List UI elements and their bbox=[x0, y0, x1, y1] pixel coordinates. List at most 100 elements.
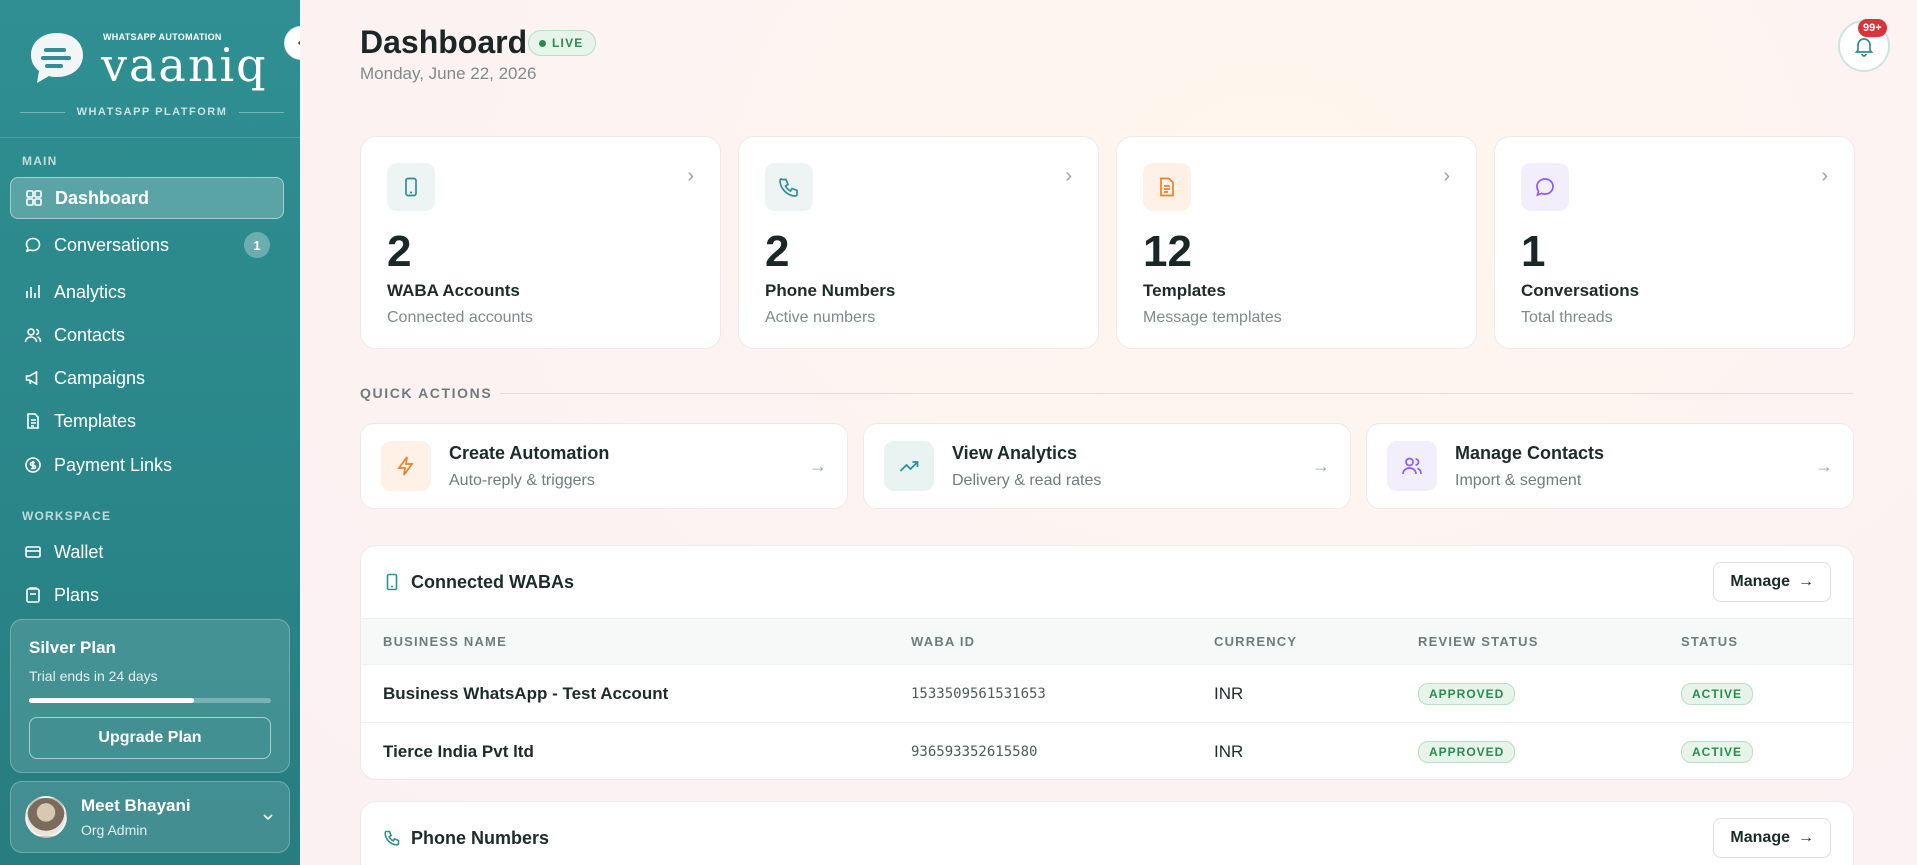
megaphone-icon bbox=[25, 370, 38, 386]
table-header-row: BUSINESS NAME WABA ID CURRENCY REVIEW ST… bbox=[361, 618, 1853, 665]
chat-icon bbox=[1521, 163, 1569, 211]
sidebar-item-label: Wallet bbox=[54, 541, 104, 562]
column-header: REVIEW STATUS bbox=[1396, 618, 1659, 665]
live-badge: LIVE bbox=[528, 30, 597, 56]
currency: INR bbox=[1192, 664, 1396, 723]
plan-progress-fill bbox=[29, 698, 194, 703]
plan-trial-text: Trial ends in 24 days bbox=[29, 668, 158, 684]
quick-action-subtitle: Delivery & read rates bbox=[952, 471, 1102, 489]
brand-tagline: WHATSAPP PLATFORM bbox=[20, 106, 284, 118]
manage-wabas-button[interactable]: Manage → bbox=[1713, 562, 1831, 602]
sidebar-item-label: Plans bbox=[54, 584, 100, 605]
stat-card-conversations[interactable]: › 1 Conversations Total threads bbox=[1494, 136, 1855, 349]
user-info: Meet Bhayani Org Admin bbox=[81, 796, 191, 838]
user-name: Meet Bhayani bbox=[81, 796, 191, 815]
coin-icon bbox=[25, 457, 41, 473]
brand: WHATSAPP AUTOMATION vaaniq WHATSAPP PLAT… bbox=[0, 0, 300, 138]
column-header: BUSINESS NAME bbox=[361, 618, 889, 665]
users-icon bbox=[1387, 441, 1437, 491]
sidebar-item-dashboard[interactable]: Dashboard bbox=[10, 177, 284, 219]
quick-action-view-analytics[interactable]: View Analytics Delivery & read rates → bbox=[863, 423, 1351, 509]
sidebar-item-conversations[interactable]: Conversations 1 bbox=[10, 224, 284, 266]
arrow-right-icon: → bbox=[1312, 455, 1330, 476]
column-header: STATUS bbox=[1659, 618, 1853, 665]
stat-card-waba-accounts[interactable]: › 2 WABA Accounts Connected accounts bbox=[360, 136, 721, 349]
sidebar-item-label: Payment Links bbox=[54, 454, 173, 475]
bell-icon bbox=[1854, 38, 1874, 57]
table-row[interactable]: Tierce India Pvt ltd 936593352615580 INR… bbox=[361, 723, 1853, 780]
stat-card-templates[interactable]: › 12 Templates Message templates bbox=[1116, 136, 1477, 349]
manage-phone-numbers-button[interactable]: Manage → bbox=[1713, 818, 1831, 858]
table-row[interactable]: Business WhatsApp - Test Account 1533509… bbox=[361, 664, 1853, 723]
sidebar-item-plans[interactable]: Plans bbox=[10, 574, 284, 616]
user-menu[interactable]: Meet Bhayani Org Admin bbox=[10, 781, 290, 853]
phone-numbers-panel: Phone Numbers Manage → bbox=[360, 801, 1854, 865]
stat-card-phone-numbers[interactable]: › 2 Phone Numbers Active numbers bbox=[738, 136, 1099, 349]
stat-label: Phone Numbers bbox=[765, 281, 896, 300]
sidebar-item-label: Campaigns bbox=[54, 367, 146, 388]
stat-label: Conversations bbox=[1521, 281, 1640, 300]
chat-icon bbox=[25, 237, 41, 253]
sidebar-item-label: Templates bbox=[54, 410, 137, 431]
arrow-right-icon: → bbox=[1815, 455, 1833, 476]
status-badge: ACTIVE bbox=[1681, 682, 1754, 705]
stat-subtitle: Total threads bbox=[1521, 309, 1613, 326]
phone-call-icon bbox=[765, 163, 813, 211]
arrow-right-icon: → bbox=[809, 455, 827, 476]
plan-title: Silver Plan bbox=[29, 638, 116, 657]
quick-action-title: Create Automation bbox=[449, 442, 610, 463]
bar-chart-icon bbox=[26, 285, 40, 298]
document-icon bbox=[27, 413, 39, 429]
arrow-right-icon: → bbox=[1798, 573, 1814, 590]
stat-value: 12 bbox=[1143, 227, 1192, 276]
quick-action-create-automation[interactable]: Create Automation Auto-reply & triggers … bbox=[360, 423, 848, 509]
wallet-icon bbox=[25, 546, 41, 558]
stat-value: 2 bbox=[765, 227, 790, 276]
waba-id: 936593352615580 bbox=[911, 743, 1038, 760]
sidebar-item-payment-links[interactable]: Payment Links bbox=[10, 444, 284, 486]
sidebar-item-campaigns[interactable]: Campaigns bbox=[10, 357, 284, 399]
waba-id: 1533509561531653 bbox=[889, 664, 1192, 723]
section-workspace: WORKSPACE bbox=[22, 509, 112, 523]
status-badge: APPROVED bbox=[1418, 740, 1516, 763]
sidebar-item-contacts[interactable]: Contacts bbox=[10, 314, 284, 356]
status-badge: APPROVED bbox=[1418, 682, 1516, 705]
sidebar-item-templates[interactable]: Templates bbox=[10, 400, 284, 442]
connected-wabas-panel: Connected WABAs Manage → BUSINESS NAME W… bbox=[360, 545, 1854, 780]
plan-card: Silver Plan Trial ends in 24 days Upgrad… bbox=[10, 619, 290, 773]
chevron-right-icon: › bbox=[1065, 165, 1072, 187]
upgrade-plan-button[interactable]: Upgrade Plan bbox=[29, 717, 271, 759]
status-badge: ACTIVE bbox=[1681, 740, 1754, 763]
chat-logo-icon bbox=[31, 33, 83, 83]
panel-title: Connected WABAs bbox=[411, 571, 575, 592]
chevron-right-icon: › bbox=[1443, 165, 1450, 187]
status-cell: ACTIVE bbox=[1659, 664, 1853, 723]
currency: INR bbox=[1214, 741, 1244, 761]
sidebar-item-label: Dashboard bbox=[55, 187, 150, 208]
panel-header: Connected WABAs Manage → bbox=[361, 546, 1853, 618]
panel-header: Phone Numbers Manage → bbox=[361, 802, 1853, 865]
sidebar-item-label: Analytics bbox=[54, 281, 127, 302]
page-date: Monday, June 22, 2026 bbox=[360, 64, 537, 83]
quick-action-title: Manage Contacts bbox=[1455, 442, 1605, 463]
sidebar-item-analytics[interactable]: Analytics bbox=[10, 271, 284, 313]
stat-value: 2 bbox=[387, 227, 412, 276]
quick-action-title: View Analytics bbox=[952, 442, 1078, 463]
quick-actions-label: QUICK ACTIONS bbox=[360, 385, 493, 401]
conversations-count-badge: 1 bbox=[244, 232, 270, 258]
chevron-down-icon bbox=[263, 814, 273, 821]
business-name: Tierce India Pvt ltd bbox=[383, 741, 534, 761]
phone-device-icon bbox=[386, 573, 398, 591]
phone-call-icon bbox=[384, 830, 400, 846]
trend-up-icon bbox=[884, 441, 934, 491]
stat-label: Templates bbox=[1143, 281, 1226, 300]
stat-value: 1 bbox=[1521, 227, 1546, 276]
section-main: MAIN bbox=[22, 154, 58, 168]
chevron-right-icon: › bbox=[1821, 165, 1828, 187]
user-role: Org Admin bbox=[81, 822, 148, 838]
quick-action-manage-contacts[interactable]: Manage Contacts Import & segment → bbox=[1366, 423, 1854, 509]
sidebar-item-wallet[interactable]: Wallet bbox=[10, 531, 284, 573]
arrow-right-icon: → bbox=[1798, 829, 1814, 846]
clipboard-icon bbox=[26, 587, 40, 603]
quick-action-subtitle: Auto-reply & triggers bbox=[449, 471, 595, 489]
